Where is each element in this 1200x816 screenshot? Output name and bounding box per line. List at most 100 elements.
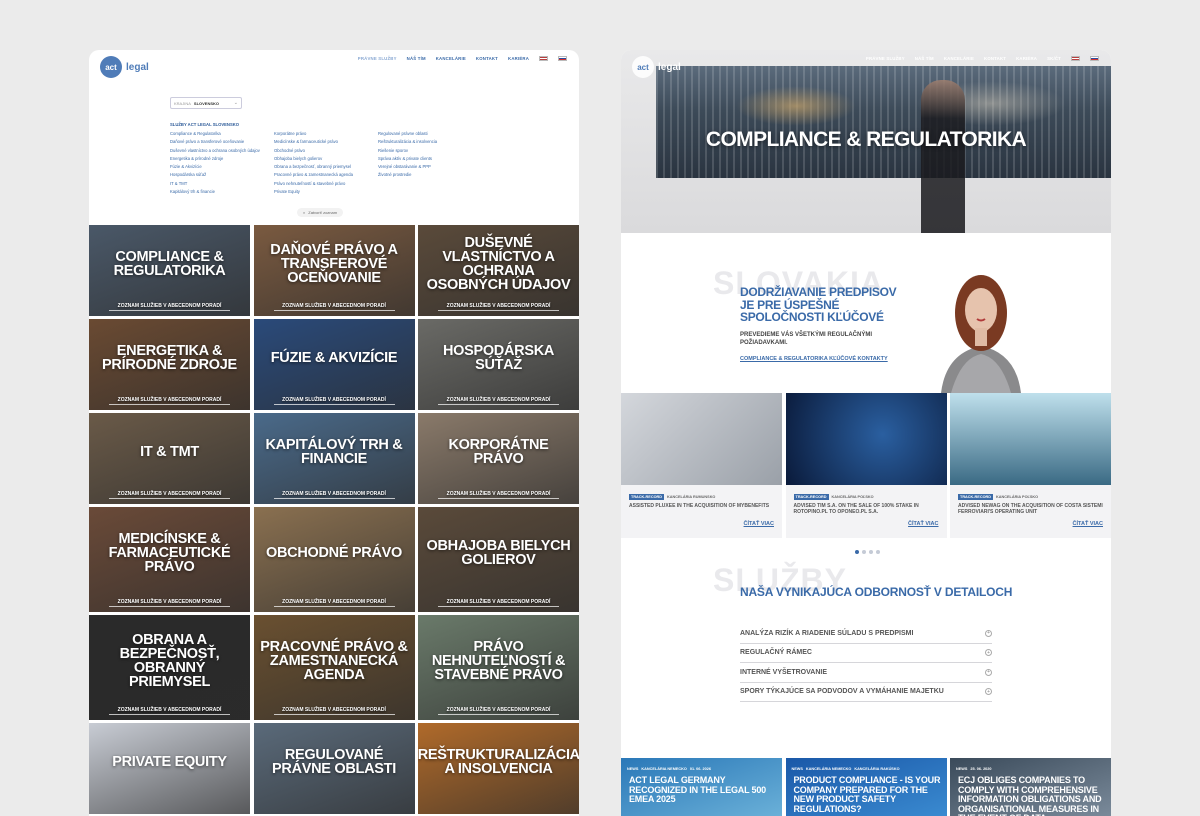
nav-item-services[interactable]: PRÁVNE SLUŽBY	[358, 56, 397, 61]
service-link[interactable]: Obchodné právo	[274, 148, 378, 153]
service-link[interactable]: Compliance & Regulatorika	[170, 131, 274, 136]
service-tile[interactable]: Právo nehnuteľností & stavebné právo ZOZN…	[418, 615, 579, 720]
service-link[interactable]: Právo nehnuteľností & stavebné právo	[274, 181, 378, 186]
nav-item-team[interactable]: NÁŠ TÍM	[915, 56, 934, 61]
tile-title: Právo nehnuteľností & stavebné právo	[431, 638, 566, 683]
news-row: NEWS KANCELÁRIA NEMECKO 01. 06. 2026 ACT LE…	[621, 758, 1111, 816]
service-link[interactable]: Životné prostredie	[378, 172, 482, 177]
nav-item-career[interactable]: KARIÉRA	[1016, 56, 1037, 61]
nav-item-career[interactable]: KARIÉRA	[508, 56, 529, 61]
track-record-card[interactable]: TRACK-RECORD KANCELÁRIA RUMUNSKO ASSISTED …	[621, 393, 782, 538]
tile-title: Duševné vlastníctvo a ochrana osobných ú…	[426, 234, 571, 293]
service-tile[interactable]: Energetika & prírodné zdroje ZOZNAM SLUŽI…	[89, 319, 250, 410]
language-switch[interactable]: SK/ČT	[1047, 56, 1061, 61]
read-more-link[interactable]: ČÍTAŤ VIAC	[744, 521, 774, 527]
promo-section: SLOVAKIA Dodržiavanie predpisov je pre ú…	[621, 233, 1111, 393]
flag-icon-en[interactable]	[539, 56, 548, 61]
service-link[interactable]: Energetika & prírodné zdroje	[170, 156, 274, 161]
tile-subtitle: ZOZNAM SLUŽIEB V ABECEDNOM PORADÍ	[117, 397, 222, 403]
track-record-card[interactable]: TRACK-RECORD KANCELÁRIA POĽSKO ADVISED NEW…	[950, 393, 1111, 538]
news-card[interactable]: NEWS 25. 06. 2020 ECJ OBLIGES COMPANIES TO…	[950, 758, 1111, 816]
flag-icon-en[interactable]	[1071, 56, 1080, 61]
nav-item-contact[interactable]: KONTAKT	[984, 56, 1006, 61]
service-link[interactable]: Verejné obstarávanie & PPP	[378, 164, 482, 169]
news-date: KANCELÁRIA RAKÚSKO	[854, 767, 900, 771]
services-tile-grid: Compliance & Regulatorika ZOZNAM SLUŽIEB …	[89, 225, 579, 814]
nav-item-services[interactable]: PRÁVNE SLUŽBY	[866, 56, 905, 61]
service-tile[interactable]: Daňové právo a transferové oceňovanie ZOZ…	[253, 225, 415, 316]
expertise-accordion: ANALÝZA RIZÍK A RIADENIE SÚLADU S PREDPI…	[740, 624, 992, 702]
logo[interactable]: act legal	[632, 56, 681, 78]
read-more-link[interactable]: ČÍTAŤ VIAC	[908, 521, 938, 527]
service-link[interactable]: Hospodárska súťaž	[170, 172, 274, 177]
service-tile[interactable]: Reštrukturalizácia a insolvencia	[418, 723, 579, 814]
service-tile[interactable]: Duševné vlastníctvo a ochrana osobných ú…	[418, 225, 579, 316]
service-link[interactable]: Obhajoba bielych golierov	[274, 156, 378, 161]
service-link[interactable]: Regulované právne oblasti	[378, 131, 482, 136]
card-image	[785, 393, 947, 485]
service-link[interactable]: Korporátne právo	[274, 131, 378, 136]
nav-item-offices[interactable]: KANCELÁRIE	[436, 56, 466, 61]
header: act legal PRÁVNE SLUŽBY NÁŠ TÍM KANCELÁR…	[89, 50, 579, 84]
nav-item-offices[interactable]: KANCELÁRIE	[944, 56, 974, 61]
service-link[interactable]: Duševné vlastníctvo a ochrana osobných ú…	[170, 148, 274, 153]
track-record-card[interactable]: TRACK-RECORD KANCELÁRIA POĽSKO ADVISED TIM…	[785, 393, 947, 538]
service-tile[interactable]: Obchodné právo ZOZNAM SLUŽIEB V ABECEDNOM…	[253, 507, 415, 612]
service-link[interactable]: Medicínske & farmaceutické právo	[274, 139, 378, 144]
service-tile[interactable]: Compliance & Regulatorika ZOZNAM SLUŽIEB …	[89, 225, 250, 316]
service-link[interactable]: Fúzie & Akvizície	[170, 164, 274, 169]
tile-title: Regulované právne oblasti	[272, 746, 396, 777]
accordion-item[interactable]: INTERNÉ VYŠETROVANIE +	[740, 663, 992, 683]
service-tile[interactable]: Korporátne právo ZOZNAM SLUŽIEB V ABECEDN…	[418, 413, 579, 504]
accordion-item[interactable]: REGULAČNÝ RÁMEC +	[740, 644, 992, 663]
logo[interactable]: act legal	[100, 56, 149, 78]
country-filter[interactable]: KRAJINA SLOVENSKO ⌄	[170, 97, 242, 109]
accordion-item[interactable]: SPORY TÝKAJÚCE SA PODVODOV A VYMÁHANIE M…	[740, 683, 992, 702]
carousel-dot[interactable]	[855, 550, 859, 554]
service-link[interactable]: Správa aktív & private clients	[378, 156, 482, 161]
carousel-dot[interactable]	[869, 550, 873, 554]
service-tile[interactable]: Obhajoba bielych golierov ZOZNAM SLUŽIEB …	[418, 507, 579, 612]
tile-title: Medicínske & farmaceutické právo	[108, 530, 231, 575]
flag-icon-sk[interactable]	[558, 56, 567, 61]
service-tile[interactable]: Private Equity	[89, 723, 250, 814]
service-link[interactable]: Reštrukturalizácia & insolvencia	[378, 139, 482, 144]
accordion-item[interactable]: ANALÝZA RIZÍK A RIADENIE SÚLADU S PREDPI…	[740, 624, 992, 644]
news-card[interactable]: NEWS KANCELÁRIA NEMECKO KANCELÁRIA RAKÚSKO…	[785, 758, 947, 816]
carousel-dot[interactable]	[862, 550, 866, 554]
tile-subtitle: ZOZNAM SLUŽIEB V ABECEDNOM PORADÍ	[117, 599, 222, 605]
card-office: KANCELÁRIA POĽSKO	[831, 495, 874, 499]
card-title: ASSISTED PLUXEE IN THE ACQUISITION OF MY…	[629, 503, 770, 509]
service-link[interactable]: Pracovné právo & zamestnanecká agenda	[274, 172, 378, 177]
tile-subtitle: ZOZNAM SLUŽIEB V ABECEDNOM PORADÍ	[282, 707, 386, 713]
close-list-button[interactable]: × Zatvoriť zoznam	[297, 208, 343, 217]
service-link[interactable]: Kapitálový trh & financie	[170, 189, 274, 194]
service-link[interactable]: Daňové právo a transferové oceňovanie	[170, 139, 274, 144]
service-tile[interactable]: Fúzie & Akvizície ZOZNAM SLUŽIEB V ABECED…	[253, 319, 415, 410]
tile-title: Private Equity	[112, 753, 227, 770]
service-tile[interactable]: Obrana a bezpečnosť, obranný priemysel ZO…	[89, 615, 250, 720]
service-tile[interactable]: Regulované právne oblasti	[253, 723, 415, 814]
news-card[interactable]: NEWS KANCELÁRIA NEMECKO 01. 06. 2026 ACT LE…	[621, 758, 782, 816]
service-tile[interactable]: Medicínske & farmaceutické právo ZOZNAM S…	[89, 507, 250, 612]
service-tile[interactable]: Hospodárska súťaž ZOZNAM SLUŽIEB V ABECED…	[418, 319, 579, 410]
service-link[interactable]: Riešenie sporov	[378, 148, 482, 153]
key-contacts-link[interactable]: COMPLIANCE & REGULATORIKA KĽÚČOVÉ KONTAK…	[740, 356, 888, 362]
read-more-link[interactable]: ČÍTAŤ VIAC	[1073, 521, 1103, 527]
service-link[interactable]: Obrana a bezpečnosť, obranný priemysel	[274, 164, 378, 169]
flag-icon-sk[interactable]	[1090, 56, 1099, 61]
main-nav: PRÁVNE SLUŽBY NÁŠ TÍM KANCELÁRIE KONTAKT…	[866, 56, 1099, 61]
tile-subtitle: ZOZNAM SLUŽIEB V ABECEDNOM PORADÍ	[282, 491, 386, 497]
service-tile[interactable]: Kapitálový trh & financie ZOZNAM SLUŽIEB …	[253, 413, 415, 504]
tile-title: Korporátne právo	[448, 436, 549, 467]
service-tile[interactable]: IT & TMT ZOZNAM SLUŽIEB V ABECEDNOM PORAD…	[89, 413, 250, 504]
tile-subtitle: ZOZNAM SLUŽIEB V ABECEDNOM PORADÍ	[282, 397, 386, 403]
tile-title: Daňové právo a transferové oceňovanie	[270, 241, 398, 286]
carousel-dot[interactable]	[876, 550, 880, 554]
service-link[interactable]: IT & TMT	[170, 181, 274, 186]
nav-item-contact[interactable]: KONTAKT	[476, 56, 498, 61]
service-tile[interactable]: Pracovné právo & zamestnanecká agenda ZOZ…	[253, 615, 415, 720]
nav-item-team[interactable]: NÁŠ TÍM	[407, 56, 426, 61]
service-link[interactable]: Private Equity	[274, 189, 378, 194]
news-tag: NEWS	[791, 767, 803, 771]
